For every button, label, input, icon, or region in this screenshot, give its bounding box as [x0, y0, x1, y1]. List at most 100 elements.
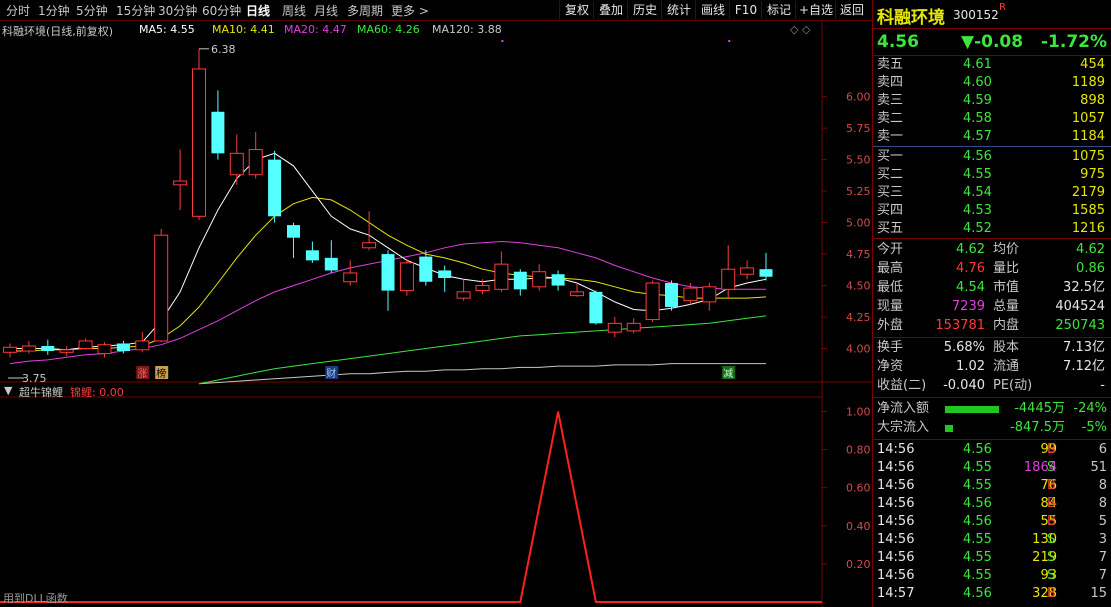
- candle-body-down: [268, 159, 282, 217]
- toolbar-button[interactable]: 复权: [559, 1, 594, 19]
- bid-label: 买五: [877, 221, 904, 236]
- tick-price: 4.55: [963, 478, 992, 493]
- candle-body-up: [343, 272, 358, 283]
- candle-body-up: [702, 286, 717, 303]
- candle-body-up: [135, 340, 150, 351]
- tick-time: 14:57: [877, 586, 915, 601]
- ask-volume: 1057: [1071, 111, 1105, 126]
- period-tab[interactable]: 月线: [314, 2, 338, 19]
- tick-direction: S: [1047, 532, 1056, 547]
- tick-count: 6: [1098, 442, 1107, 457]
- indicator-name[interactable]: 超牛锦鲤: [19, 384, 63, 400]
- tick-row: 14:56 4.56 99 B 6: [877, 441, 1109, 459]
- fund-value: 1.02: [956, 359, 985, 374]
- stat-label: 量比: [993, 261, 1020, 276]
- candle-body-down: [381, 254, 395, 291]
- period-tab[interactable]: 5分钟: [76, 2, 108, 19]
- candle-body-up: [173, 180, 188, 186]
- price-change-pct: -1.72%: [1041, 32, 1108, 52]
- toolbar-button[interactable]: 统计: [661, 1, 696, 19]
- kline-svg[interactable]: 6.00 5.75 5.50 5.25 5.00 4.75 4.50 4.25 4.00 6.38…: [0, 20, 872, 607]
- candle-body-up: [683, 287, 698, 302]
- tick-count: 51: [1090, 460, 1107, 475]
- ask-label: 卖四: [877, 75, 904, 90]
- period-tab[interactable]: 60分钟: [202, 2, 241, 19]
- stat-value: 250743: [1055, 318, 1105, 333]
- bid-price: 4.54: [963, 185, 992, 200]
- ma-legend-item: MA20: 4.47: [284, 23, 347, 36]
- flow-label: 大宗流入: [877, 420, 930, 435]
- toolbar-button[interactable]: 标记: [761, 1, 796, 19]
- toolbar-button[interactable]: 画线: [695, 1, 730, 19]
- ask-row: 卖五 4.61 454: [877, 56, 1109, 74]
- candle-body-up: [248, 149, 263, 176]
- ask-volume: 454: [1080, 57, 1105, 72]
- bid-volume: 2179: [1071, 185, 1105, 200]
- period-tab[interactable]: 日线: [246, 2, 270, 19]
- bid-row: 买三 4.54 2179: [877, 184, 1109, 202]
- toolbar-button[interactable]: 叠加: [593, 1, 628, 19]
- tick-direction: S: [1047, 568, 1056, 583]
- period-tab[interactable]: 多周期: [347, 2, 383, 19]
- stat-value: 4.62: [956, 242, 985, 257]
- section-divider: [873, 337, 1111, 338]
- ask-price: 4.57: [963, 129, 992, 144]
- indicator-tick-label: 1.00: [846, 406, 871, 419]
- period-tab[interactable]: 30分钟: [158, 2, 197, 19]
- candle-body-up: [399, 262, 414, 292]
- candle-body-up: [532, 271, 547, 288]
- tick-row: 14:56 4.55 219 S 7: [877, 549, 1109, 567]
- quote-panel: 科融环境 300152 R 4.56 ▼-0.08 -1.72% 卖五 4.61 4…: [872, 0, 1111, 607]
- tick-row: 14:56 4.55 1864 S 51: [877, 459, 1109, 477]
- fund-row: 净资 1.02 流通 7.12亿: [877, 358, 1109, 376]
- tick-count: 7: [1098, 568, 1107, 583]
- toolbar-button[interactable]: 返回: [835, 1, 868, 19]
- section-divider: [873, 397, 1111, 398]
- candle-body-up: [3, 346, 17, 353]
- stat-value: 404524: [1055, 299, 1105, 314]
- candle-body-up: [645, 282, 660, 321]
- period-tab[interactable]: 周线: [282, 2, 306, 19]
- indicator-dropdown-icon[interactable]: ▼: [4, 384, 12, 397]
- ask-price: 4.61: [963, 57, 992, 72]
- chart-area[interactable]: 6.00 5.75 5.50 5.25 5.00 4.75 4.50 4.25 4.00 6.38…: [0, 20, 872, 607]
- indicator-footer: 用到DLL函数: [3, 592, 68, 605]
- ask-price: 4.58: [963, 111, 992, 126]
- candle-body-down: [589, 291, 603, 324]
- candle-body-down: [41, 346, 55, 352]
- tick-price: 4.55: [963, 568, 992, 583]
- toolbar-button[interactable]: +自选: [795, 1, 836, 19]
- ma-legend-item: MA120: 3.88: [432, 23, 502, 36]
- event-marker-label: 涨: [137, 368, 147, 380]
- rzrq-badge: R: [999, 2, 1006, 13]
- tick-direction: B: [1047, 442, 1056, 457]
- tick-row: 14:56 4.55 93 S 7: [877, 567, 1109, 585]
- tick-price: 4.56: [963, 514, 992, 529]
- tick-price: 4.56: [963, 442, 992, 457]
- period-tab[interactable]: 更多 >: [391, 2, 429, 19]
- tick-row: 14:56 4.56 55 B 5: [877, 513, 1109, 531]
- period-tab[interactable]: 15分钟: [116, 2, 155, 19]
- fund-row: 收益(二) -0.040 PE(动) -: [877, 377, 1109, 395]
- candle-body-up: [21, 345, 36, 352]
- fund-value: 5.68%: [943, 340, 985, 355]
- bid-price: 4.53: [963, 203, 992, 218]
- fund-row: 换手 5.68% 股本 7.13亿: [877, 339, 1109, 357]
- toolbar-button[interactable]: 历史: [627, 1, 662, 19]
- ma120-line: [198, 363, 766, 385]
- tick-row: 14:56 4.55 76 B 8: [877, 477, 1109, 495]
- toolbar-button[interactable]: F10: [729, 1, 762, 19]
- stock-name: 科融环境: [877, 8, 945, 28]
- period-tab[interactable]: 分时: [6, 2, 30, 19]
- bid-label: 买三: [877, 185, 904, 200]
- fund-label: 换手: [877, 340, 904, 355]
- chart-options-icon[interactable]: ◇ ◇: [790, 23, 810, 36]
- ask-volume: 1189: [1071, 75, 1105, 90]
- tick-price: 4.55: [963, 550, 992, 565]
- fund-label: 净资: [877, 359, 904, 374]
- tick-time: 14:56: [877, 442, 915, 457]
- stat-row: 最低 4.54 市值 32.5亿: [877, 279, 1109, 297]
- tick-time: 14:56: [877, 460, 915, 475]
- period-tab[interactable]: 1分钟: [38, 2, 70, 19]
- candle-body-down: [438, 270, 452, 278]
